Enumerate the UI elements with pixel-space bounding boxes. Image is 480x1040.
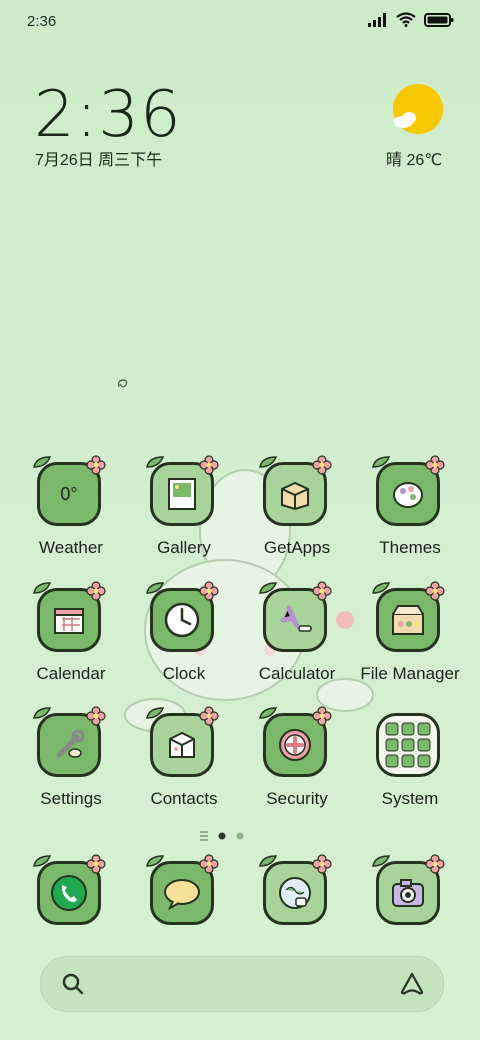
phone-icon (33, 854, 106, 925)
doodle-icon (117, 379, 128, 388)
app-calendar[interactable]: Calendar (15, 581, 127, 698)
app-label: File Manager (360, 664, 460, 683)
dock-messages[interactable] (128, 854, 240, 971)
dock-phone[interactable] (15, 854, 127, 971)
themes-icon (372, 455, 445, 526)
messages-icon (146, 854, 219, 925)
clock-widget-time[interactable]: 2:36 (34, 78, 182, 152)
calculator-icon (259, 581, 332, 652)
gallery-icon (146, 455, 219, 526)
page-indicator-menu-icon (200, 831, 208, 841)
page-indicator[interactable] (198, 828, 258, 844)
app-security[interactable]: Security (241, 706, 353, 823)
system-folder-icon (376, 713, 440, 777)
status-time: 2:36 (27, 13, 57, 30)
app-gallery[interactable]: Gallery (128, 455, 240, 572)
app-settings[interactable]: Settings (15, 706, 127, 823)
app-themes[interactable]: Themes (354, 455, 466, 572)
battery-icon (424, 12, 454, 27)
camera-icon (372, 854, 445, 925)
status-bar: 2:36 (0, 0, 480, 40)
app-file-manager[interactable]: File Manager (354, 581, 466, 698)
assistant-icon[interactable] (399, 971, 425, 997)
app-clock[interactable]: Clock (128, 581, 240, 698)
dock-camera[interactable] (354, 854, 466, 971)
browser-icon (259, 854, 332, 925)
settings-icon (33, 706, 106, 777)
weather-widget-text: 晴 26℃ (386, 152, 443, 169)
dock-browser[interactable] (241, 854, 353, 971)
clock-icon (146, 581, 219, 652)
app-label: Themes (379, 538, 441, 557)
search-icon[interactable] (61, 972, 85, 996)
page-dot-current (218, 832, 226, 840)
weather-sun-icon[interactable] (390, 84, 444, 138)
security-icon (259, 706, 332, 777)
calendar-icon (33, 581, 106, 652)
contacts-icon (146, 706, 219, 777)
wifi-icon (396, 12, 416, 27)
app-calculator[interactable]: Calculator (241, 581, 353, 698)
app-label: System (381, 789, 439, 808)
signal-icon (368, 12, 386, 27)
app-weather[interactable]: 0° Weather (15, 455, 127, 572)
folder-system[interactable]: System (354, 713, 466, 823)
getapps-icon (259, 455, 332, 526)
clock-widget-date: 7月26日 周三下午 (35, 152, 163, 169)
app-contacts[interactable]: Contacts (128, 706, 240, 823)
search-bar[interactable] (40, 956, 444, 1012)
file-manager-icon (372, 581, 445, 652)
page-dot (236, 832, 244, 840)
app-getapps[interactable]: GetApps (241, 455, 353, 572)
weather-icon: 0° (33, 455, 106, 526)
weather-tile-temp: 0° (60, 483, 78, 504)
